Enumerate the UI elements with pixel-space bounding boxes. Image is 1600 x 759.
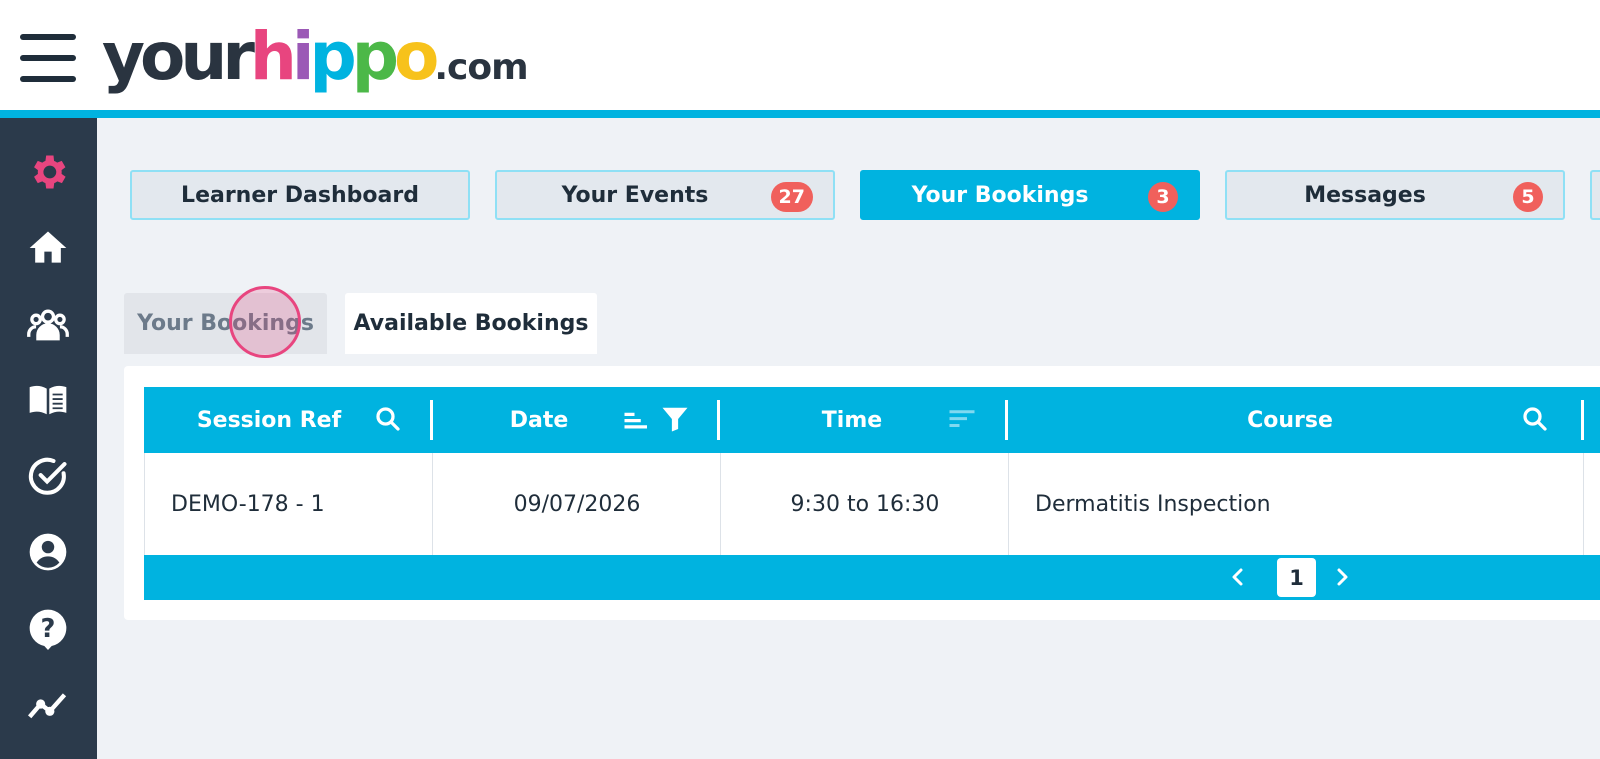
sort-icon[interactable]: [622, 404, 652, 434]
bookings-count-badge: 3: [1148, 182, 1178, 212]
column-header-time[interactable]: Time: [720, 387, 984, 453]
search-icon[interactable]: [1520, 404, 1550, 434]
events-count-badge: 27: [770, 182, 813, 212]
book-icon[interactable]: [24, 376, 72, 424]
chevron-left-icon[interactable]: [1224, 563, 1252, 591]
tab-your-events[interactable]: Your Events 27: [495, 170, 835, 220]
sort-icon[interactable]: [947, 404, 977, 434]
cell-date: 09/07/2026: [513, 491, 641, 517]
yourhippo-logo[interactable]: yourhippo.com: [102, 12, 529, 102]
group-icon[interactable]: [24, 300, 72, 348]
logo-part: h: [249, 18, 297, 95]
subtab-available-bookings[interactable]: Available Bookings: [345, 293, 597, 354]
tab-label: Your Bookings: [911, 182, 1089, 208]
cell-session-ref: DEMO-178 - 1: [171, 491, 325, 517]
tab-messages[interactable]: Messages 5: [1225, 170, 1565, 220]
sidebar: ?: [0, 118, 97, 759]
table-footer-pagination: 1: [144, 555, 1600, 600]
logo-part: p: [351, 18, 399, 95]
app-header: yourhippo.com: [0, 0, 1600, 118]
home-icon[interactable]: [24, 224, 72, 272]
logo-part: i: [291, 18, 315, 95]
search-icon[interactable]: [373, 404, 403, 434]
svg-text:?: ?: [41, 614, 56, 644]
tab-label: Learner Dashboard: [181, 182, 419, 208]
chevron-right-icon[interactable]: [1328, 563, 1356, 591]
tab-next-partial[interactable]: [1590, 170, 1600, 220]
tab-label: Your Events: [561, 182, 709, 208]
cell-divider: [1583, 453, 1584, 555]
subtab-label: Available Bookings: [353, 311, 589, 336]
column-label: Course: [1247, 407, 1333, 433]
cell-course: Dermatitis Inspection: [1035, 491, 1271, 517]
messages-count-badge: 5: [1513, 182, 1543, 212]
tab-your-bookings[interactable]: Your Bookings 3: [860, 170, 1200, 220]
hamburger-menu-icon[interactable]: [20, 34, 76, 82]
bookings-panel: Session Ref Date Time Course DEMO-178 - …: [124, 366, 1600, 620]
logo-part: o: [394, 18, 439, 95]
gear-icon[interactable]: [24, 148, 72, 196]
help-bubble-icon[interactable]: ?: [24, 604, 72, 652]
filter-icon[interactable]: [660, 404, 690, 434]
column-header-session-ref[interactable]: Session Ref: [144, 387, 394, 453]
tab-label: Messages: [1304, 182, 1426, 208]
table-header: Session Ref Date Time Course: [144, 387, 1600, 453]
cell-time: 9:30 to 16:30: [790, 491, 940, 517]
tab-learner-dashboard[interactable]: Learner Dashboard: [130, 170, 470, 220]
subtab-your-bookings[interactable]: Your Bookings: [124, 293, 327, 354]
subtab-label: Your Bookings: [137, 311, 314, 336]
logo-part: p: [309, 18, 357, 95]
column-label: Date: [509, 407, 569, 433]
column-header-date[interactable]: Date: [433, 387, 645, 453]
column-divider[interactable]: [1581, 400, 1584, 440]
column-label: Session Ref: [196, 407, 342, 433]
check-circle-icon[interactable]: [24, 452, 72, 500]
cell-divider: [1008, 453, 1009, 555]
page-number-button[interactable]: 1: [1277, 558, 1316, 597]
column-label: Time: [821, 407, 883, 433]
user-circle-icon[interactable]: [24, 528, 72, 576]
logo-suffix: .com: [434, 47, 528, 88]
column-header-course[interactable]: Course: [1008, 387, 1572, 453]
chart-line-icon[interactable]: [24, 680, 72, 728]
logo-part: your: [102, 18, 255, 95]
table-row[interactable]: DEMO-178 - 1 09/07/2026 9:30 to 16:30 De…: [144, 453, 1600, 555]
